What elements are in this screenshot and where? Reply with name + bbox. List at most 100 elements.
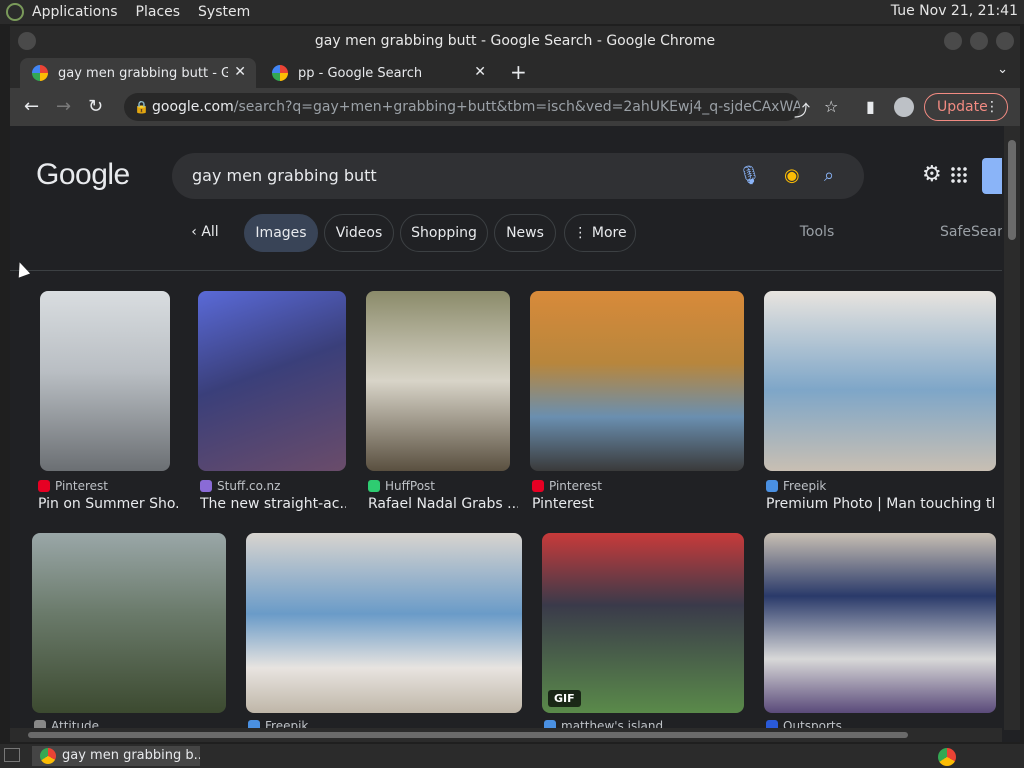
result-thumbnail[interactable] <box>764 291 996 471</box>
profile-avatar-icon[interactable] <box>894 97 914 117</box>
result-thumbnail[interactable] <box>198 291 346 471</box>
chip-more-label: More <box>591 225 627 241</box>
result-thumbnail[interactable] <box>366 291 510 471</box>
share-icon[interactable]: ⤴ <box>794 97 810 121</box>
show-desktop-icon[interactable] <box>4 748 20 762</box>
result-thumbnail[interactable] <box>32 533 226 713</box>
pinterest-favicon-icon <box>532 480 544 492</box>
tab-search-chevron-icon[interactable]: ⌄ <box>997 62 1008 77</box>
tools-button[interactable]: Tools <box>792 214 842 252</box>
google-favicon-icon <box>32 65 48 81</box>
safesearch-button[interactable]: SafeSearch <box>940 214 1002 252</box>
result-thumbnail[interactable] <box>530 291 744 471</box>
tab-current-search[interactable]: gay men grabbing butt - Google Search ✕ <box>20 58 256 88</box>
url-host: google.com <box>152 99 234 115</box>
result-source[interactable]: Freepik <box>766 479 826 493</box>
os-logo-icon[interactable] <box>6 3 24 21</box>
kebab-menu-icon[interactable]: ⋮ <box>985 94 999 120</box>
source-name: Pinterest <box>549 479 603 493</box>
back-icon[interactable]: ← <box>24 96 39 117</box>
bookmark-star-icon[interactable]: ☆ <box>824 97 838 116</box>
result-thumbnail[interactable] <box>40 291 170 471</box>
result-caption[interactable]: The new straight-ac... <box>200 496 346 512</box>
lens-camera-icon[interactable]: ◉ <box>784 153 800 199</box>
result-caption[interactable]: Rafael Nadal Grabs ... <box>368 496 518 512</box>
source-name: Pinterest <box>55 479 109 493</box>
chip-images[interactable]: Images <box>244 214 318 252</box>
chrome-icon <box>40 748 56 764</box>
reload-icon[interactable]: ↻ <box>88 96 103 117</box>
apps-grid-icon[interactable] <box>950 166 968 184</box>
os-top-panel: Applications Places System Tue Nov 21, 2… <box>0 0 1024 24</box>
update-button[interactable]: Update ⋮ <box>924 93 1008 121</box>
freepik-favicon-icon <box>766 480 778 492</box>
tab-title: gay men grabbing butt - Google Search <box>58 65 228 81</box>
side-panel-icon[interactable]: ▮ <box>866 97 875 116</box>
search-filter-chips: ‹ All Images Videos Shopping News ⋮ More… <box>10 214 1002 254</box>
taskbar-item-label: gay men grabbing b... <box>62 748 200 763</box>
update-label: Update <box>937 99 988 115</box>
huffpost-favicon-icon <box>368 480 380 492</box>
microphone-icon[interactable]: 🎙 <box>738 153 761 199</box>
source-name: Stuff.co.nz <box>217 479 281 493</box>
result-caption[interactable]: Pin on Summer Sho... <box>38 496 178 512</box>
header-divider <box>10 270 1002 271</box>
menu-places[interactable]: Places <box>136 4 181 20</box>
result-source[interactable]: Pinterest <box>532 479 602 493</box>
taskbar-chrome-window[interactable]: gay men grabbing b... <box>32 746 200 766</box>
source-name: Freepik <box>783 479 827 493</box>
pinterest-favicon-icon <box>38 480 50 492</box>
browser-window: gay men grabbing butt - Google Search - … <box>10 26 1020 742</box>
menu-system[interactable]: System <box>198 4 250 20</box>
os-taskbar: gay men grabbing b... <box>0 744 1024 768</box>
result-thumbnail[interactable] <box>246 533 522 713</box>
maximize-icon[interactable] <box>970 32 988 50</box>
result-source[interactable]: HuffPost <box>368 479 435 493</box>
tab-title: pp - Google Search <box>298 65 423 81</box>
result-source[interactable]: Pinterest <box>38 479 108 493</box>
tray-chrome-icon[interactable] <box>938 748 956 766</box>
stuff-favicon-icon <box>200 480 212 492</box>
gear-icon[interactable]: ⚙ <box>922 162 942 187</box>
browser-toolbar: ← → ↻ 🔒 google.com/search?q=gay+men+grab… <box>10 88 1020 126</box>
chip-shopping[interactable]: Shopping <box>400 214 488 252</box>
menu-applications[interactable]: Applications <box>32 4 118 20</box>
chip-videos[interactable]: Videos <box>324 214 394 252</box>
forward-icon[interactable]: → <box>56 96 71 117</box>
window-title: gay men grabbing butt - Google Search - … <box>314 33 716 49</box>
google-logo[interactable]: Google <box>36 158 130 192</box>
chip-all-label: All <box>201 224 219 240</box>
vertical-scroll-thumb[interactable] <box>1008 140 1016 240</box>
horizontal-scrollbar[interactable] <box>10 728 1002 742</box>
result-thumbnail[interactable]: GIF <box>542 533 744 713</box>
sign-in-button[interactable] <box>982 158 1002 194</box>
google-favicon-icon <box>272 65 288 81</box>
address-bar[interactable]: 🔒 google.com/search?q=gay+men+grabbing+b… <box>124 93 800 121</box>
gif-badge: GIF <box>548 690 581 707</box>
result-thumbnail[interactable] <box>764 533 996 713</box>
search-query: gay men grabbing butt <box>192 166 377 185</box>
chip-all[interactable]: ‹ All <box>182 214 228 252</box>
page-content: Google gay men grabbing butt 🎙 ◉ ⌕ ⚙ ‹ A… <box>10 126 1002 730</box>
tab-close-icon[interactable]: ✕ <box>234 64 246 80</box>
minimize-icon[interactable] <box>944 32 962 50</box>
window-menu-icon[interactable] <box>18 32 36 50</box>
result-source[interactable]: Stuff.co.nz <box>200 479 280 493</box>
horizontal-scroll-thumb[interactable] <box>28 732 908 738</box>
result-caption[interactable]: Premium Photo | Man touching th... <box>766 496 994 512</box>
result-caption[interactable]: Pinterest <box>532 496 742 512</box>
window-titlebar[interactable]: gay men grabbing butt - Google Search - … <box>10 26 1020 56</box>
tab-close-icon[interactable]: ✕ <box>474 64 486 80</box>
new-tab-icon[interactable]: + <box>510 60 527 84</box>
url-path: /search?q=gay+men+grabbing+butt&tbm=isch… <box>233 99 800 115</box>
tab-pp-search[interactable]: pp - Google Search ✕ <box>260 58 496 88</box>
lock-icon[interactable]: 🔒 <box>134 93 149 121</box>
chip-more[interactable]: ⋮ More <box>564 214 636 252</box>
close-window-icon[interactable] <box>996 32 1014 50</box>
search-input[interactable]: gay men grabbing butt 🎙 ◉ ⌕ <box>172 153 864 199</box>
clock[interactable]: Tue Nov 21, 21:41 <box>891 3 1018 19</box>
chip-news[interactable]: News <box>494 214 556 252</box>
source-name: HuffPost <box>385 479 436 493</box>
vertical-scrollbar[interactable] <box>1004 126 1020 730</box>
search-icon[interactable]: ⌕ <box>824 153 834 199</box>
